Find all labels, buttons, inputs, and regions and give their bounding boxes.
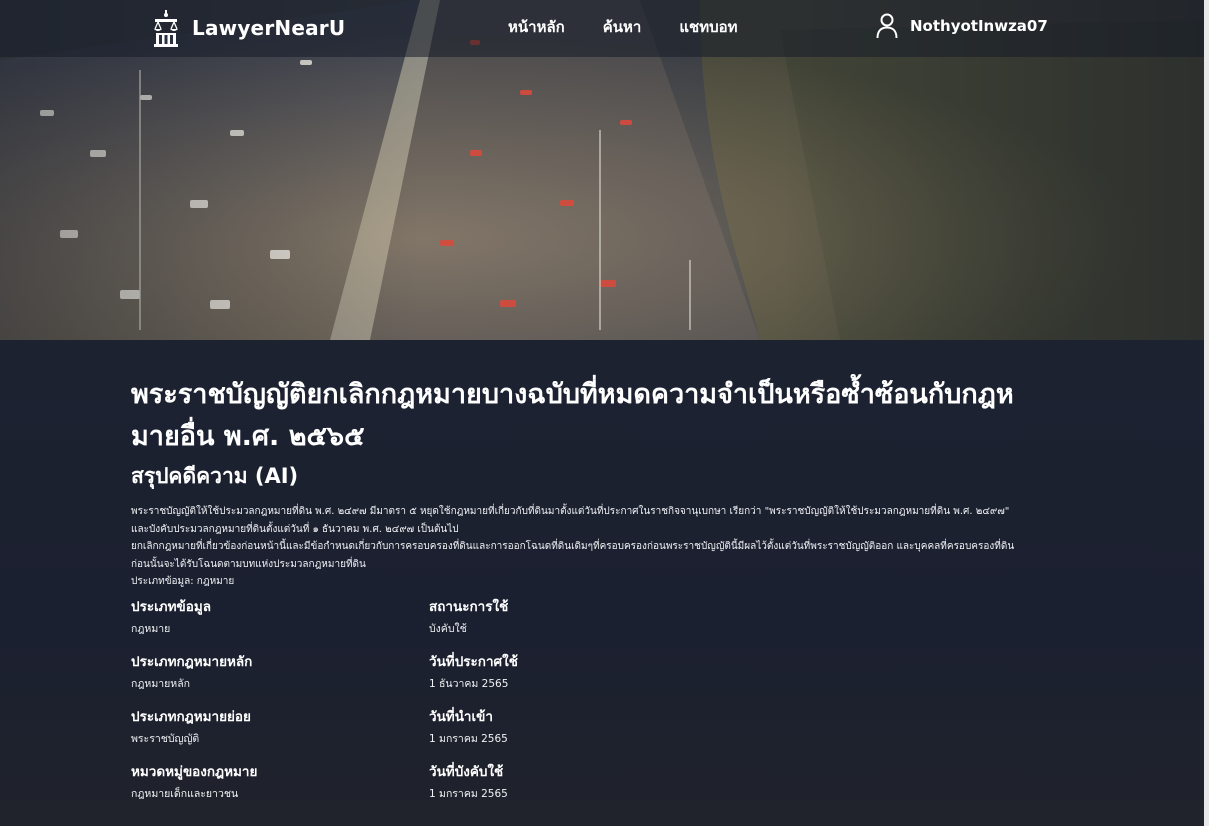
detail-value: กฎหมาย: [131, 622, 171, 635]
summary-data-type-line: ประเภทข้อมูล: กฎหมาย: [131, 576, 235, 587]
detail-label: หมวดหมู่ของกฎหมาย: [131, 763, 258, 780]
detail-enforce-date: วันที่บังคับใช้ 1 มกราคม 2565: [429, 762, 729, 804]
detail-value: 1 มกราคม 2565: [429, 732, 508, 745]
detail-main-law-type: ประเภทกฎหมายหลัก กฎหมายหลัก: [131, 652, 429, 694]
brand-home-link[interactable]: LawyerNearU: [152, 8, 345, 48]
detail-value: กฎหมายเด็กและยาวชน: [131, 787, 239, 800]
summary-paragraph-1: พระราชบัญญัติให้ใช้ประมวลกฎหมายที่ดิน พ.…: [131, 506, 1010, 535]
detail-label: ประเภทกฎหมายหลัก: [131, 653, 253, 670]
brand-name: LawyerNearU: [192, 16, 346, 40]
detail-value: กฎหมายหลัก: [131, 677, 191, 690]
user-name: NothyotInwza07: [910, 17, 1048, 35]
detail-announce-date: วันที่ประกาศใช้ 1 ธันวาคม 2565: [429, 652, 729, 694]
detail-value: พระราชบัญญัติ: [131, 732, 200, 745]
detail-value: 1 มกราคม 2565: [429, 787, 508, 800]
user-icon: [876, 13, 898, 39]
law-detail-section: พระราชบัญญัติยกเลิกกฎหมายบางฉบับที่หมดคว…: [0, 340, 1204, 826]
detail-label: ประเภทข้อมูล: [131, 598, 211, 615]
law-title: พระราชบัญญัติยกเลิกกฎหมายบางฉบับที่หมดคว…: [131, 379, 1014, 452]
page-scrollbar-gutter: [1204, 0, 1209, 826]
detail-label: สถานะการใช้: [429, 598, 509, 615]
detail-label: วันที่นำเข้า: [429, 708, 493, 725]
detail-label: ประเภทกฎหมายย่อย: [131, 708, 251, 725]
nav-links: หน้าหลัก ค้นหา แชทบอท: [508, 16, 738, 38]
nav-link-search[interactable]: ค้นหา: [603, 16, 642, 38]
law-detail-container: พระราชบัญญัติยกเลิกกฎหมายบางฉบับที่หมดคว…: [131, 374, 1021, 804]
nav-link-chatbot[interactable]: แชทบอท: [679, 16, 737, 38]
detail-value: 1 ธันวาคม 2565: [429, 677, 509, 690]
detail-import-date: วันที่นำเข้า 1 มกราคม 2565: [429, 707, 729, 749]
scales-building-logo-icon: [154, 10, 178, 47]
nav-link-home[interactable]: หน้าหลัก: [508, 16, 565, 38]
detail-label: วันที่ประกาศใช้: [429, 653, 518, 670]
detail-sub-law-type: ประเภทกฎหมายย่อย พระราชบัญญัติ: [131, 707, 429, 749]
detail-label: วันที่บังคับใช้: [429, 763, 504, 780]
summary-heading: สรุปคดีความ (AI): [131, 464, 299, 488]
user-menu[interactable]: NothyotInwza07: [876, 13, 1048, 39]
detail-data-type: ประเภทข้อมูล กฎหมาย: [131, 597, 429, 639]
detail-value: บังคับใช้: [429, 622, 467, 635]
detail-law-category: หมวดหมู่ของกฎหมาย กฎหมายเด็กและยาวชน: [131, 762, 429, 804]
top-navbar: LawyerNearU หน้าหลัก ค้นหา แชทบอท Nothyo…: [0, 0, 1204, 57]
summary-paragraph-2: ยกเลิกกฎหมายที่เกี่ยวข้องก่อนหน้านี้และม…: [131, 541, 1015, 570]
summary-text: พระราชบัญญัติให้ใช้ประมวลกฎหมายที่ดิน พ.…: [131, 503, 1021, 591]
law-details-grid: ประเภทข้อมูล กฎหมาย สถานะการใช้ บังคับใช…: [131, 597, 1021, 804]
detail-usage-status: สถานะการใช้ บังคับใช้: [429, 597, 729, 639]
